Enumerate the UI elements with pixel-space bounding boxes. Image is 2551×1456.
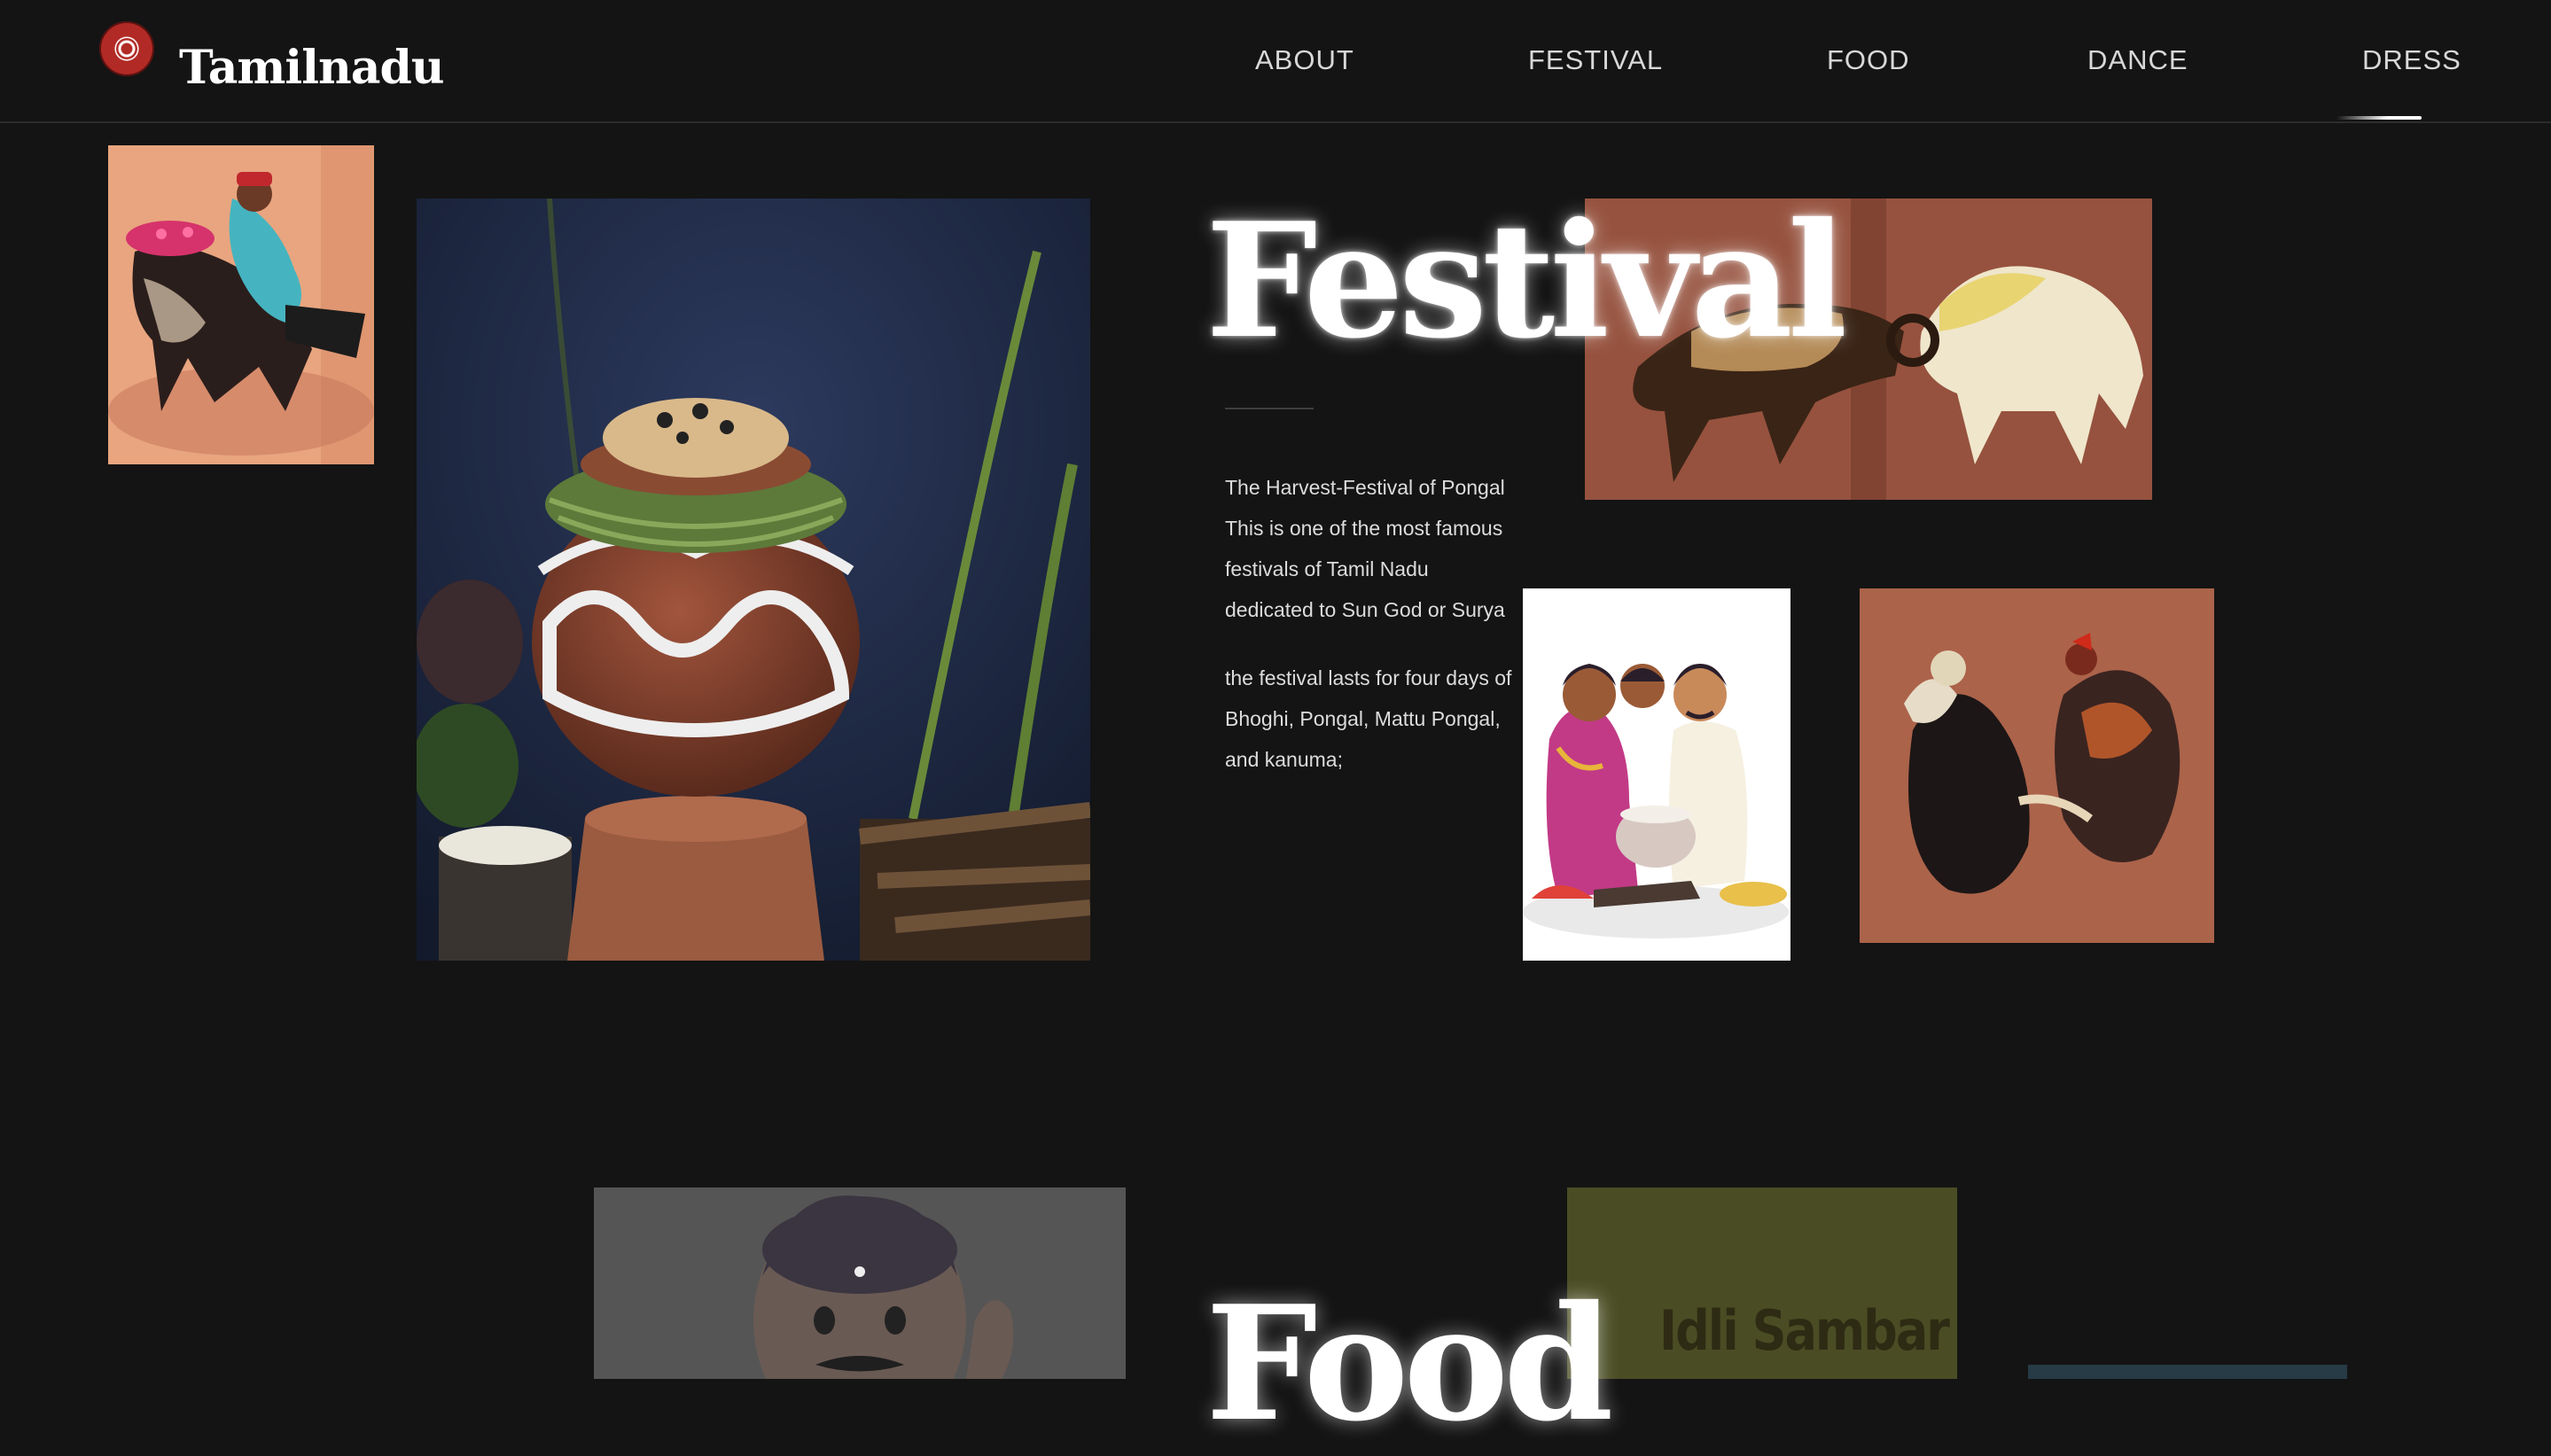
site-brand[interactable]: Tamilnadu (179, 41, 445, 95)
pongal-pot-photo (417, 199, 1090, 961)
desc-line: The Harvest-Festival of Pongal (1225, 476, 1505, 499)
nav-food[interactable]: FOOD (1827, 44, 1910, 76)
festival-title: Festival (1205, 188, 1847, 373)
rooster-fight-painting (1860, 588, 2214, 943)
family-cooking-pongal-illustration (1523, 588, 1790, 961)
food-card[interactable] (2028, 1365, 2347, 1379)
desc-line: festivals of Tamil Nadu (1225, 557, 1429, 580)
desc-line: and kanuma; (1225, 748, 1343, 771)
desc-line: the festival lasts for four days of (1225, 666, 1512, 689)
food-title: Food (1205, 1271, 1614, 1456)
man-eating-illustration (594, 1187, 1126, 1379)
festival-description-2: the festival lasts for four days of Bhog… (1225, 658, 1544, 780)
emblem-icon[interactable] (99, 21, 154, 76)
nav-dress[interactable]: DRESS (2362, 44, 2461, 76)
nav-about[interactable]: ABOUT (1255, 44, 1354, 76)
festival-description-1: The Harvest-Festival of Pongal This is o… (1225, 467, 1544, 630)
desc-line: Bhoghi, Pongal, Mattu Pongal, (1225, 707, 1501, 730)
desc-line: dedicated to Sun God or Surya (1225, 598, 1505, 621)
idli-sambar-label: Idli Sambar (1659, 1298, 1950, 1363)
title-divider (1225, 408, 1314, 409)
idli-sambar-card[interactable]: Idli Sambar (1567, 1187, 1957, 1379)
nav-festival[interactable]: FESTIVAL (1528, 44, 1663, 76)
nav-dance[interactable]: DANCE (2087, 44, 2188, 76)
nav-active-indicator (2336, 116, 2422, 120)
bull-taming-illustration (108, 145, 374, 464)
desc-line: This is one of the most famous (1225, 517, 1503, 540)
